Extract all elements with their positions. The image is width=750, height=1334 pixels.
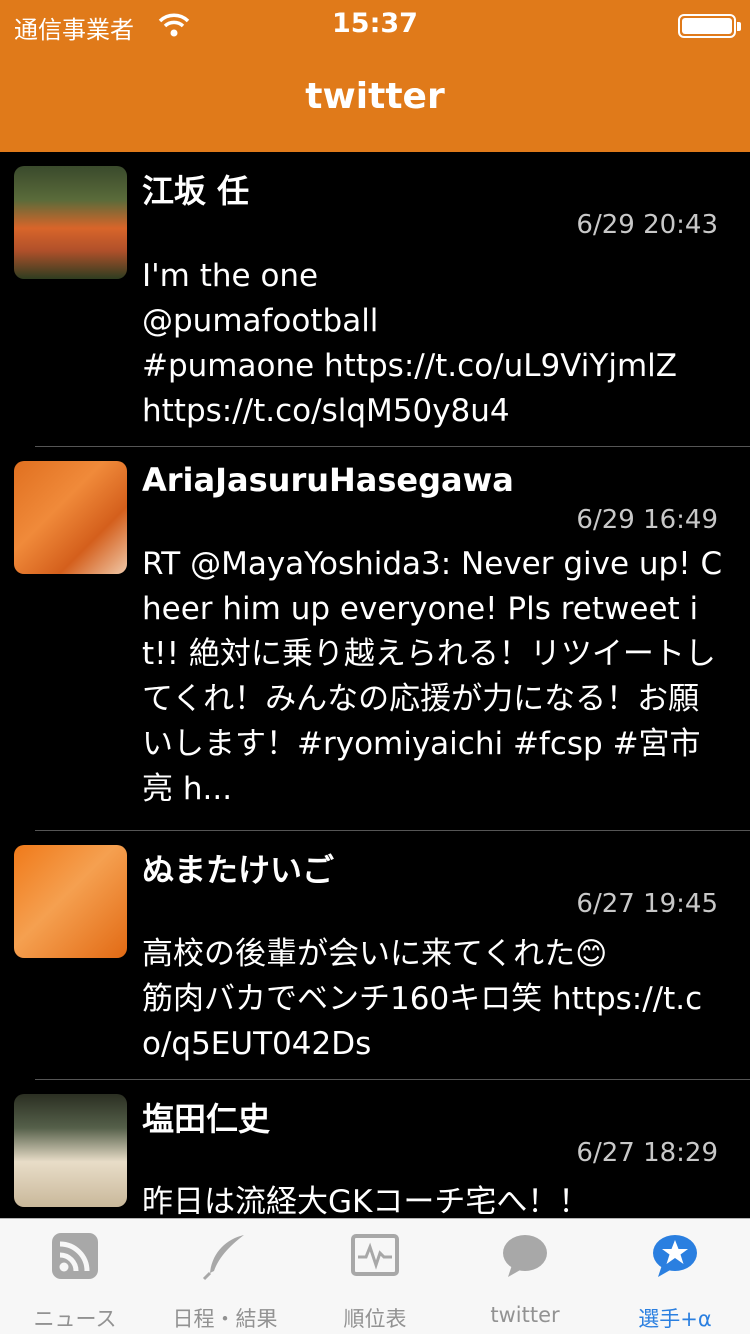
tab-label: 選手+α [638,1307,712,1331]
tweet-text: I'm the one @pumafootball #pumaone https… [142,258,677,429]
tweet-author: 江坂 任 [142,172,250,210]
tweet-text: 昨日は流経大GKコーチ宅へ！！ [142,1184,590,1218]
clock: 15:37 [332,8,418,39]
tab-label: 順位表 [343,1307,407,1331]
tweet-author: 塩田仁史 [142,1100,271,1138]
tab-bar: ニュース 日程・結果 順位表 twitter 選手+α [0,1218,750,1334]
tweet-text: 高校の後輩が会いに来てくれた😊 筋肉バカでベンチ160キロ笑 https://t… [142,936,703,1062]
tweet-author: ぬまたけいご [142,851,335,889]
tweet-item[interactable]: 江坂 任 6/29 20:43 I'm the one @pumafootbal… [0,152,750,447]
star-bubble-icon [653,1235,697,1277]
status-bar: 通信事業者 15:37 [0,0,750,52]
tweet-time: 6/29 20:43 [576,210,718,240]
feather-icon [202,1235,244,1281]
tab-label: twitter [490,1303,560,1327]
speech-bubble-icon [503,1235,547,1277]
tweet-item[interactable]: AriaJasuruHasegawa 6/29 16:49 RT @MayaYo… [0,447,750,831]
tab-news[interactable]: ニュース [0,1219,150,1334]
avatar[interactable] [14,461,127,574]
tweet-text: RT @MayaYoshida3: Never give up! Cheer h… [142,546,723,807]
avatar[interactable] [14,845,127,958]
tab-players[interactable]: 選手+α [600,1219,750,1334]
tab-label: 日程・結果 [172,1307,278,1331]
tweet-time: 6/29 16:49 [576,505,718,535]
tweet-item[interactable]: 塩田仁史 6/27 18:29 昨日は流経大GKコーチ宅へ！！ [0,1080,750,1218]
tab-schedule[interactable]: 日程・結果 [150,1219,300,1334]
monitor-icon [351,1234,399,1276]
tab-twitter[interactable]: twitter [450,1219,600,1334]
tab-standings[interactable]: 順位表 [300,1219,450,1334]
tweet-item[interactable]: ぬまたけいご 6/27 19:45 高校の後輩が会いに来てくれた😊 筋肉バカでベ… [0,831,750,1080]
battery-icon [678,14,741,38]
page-title: twitter [305,76,445,117]
tweet-time: 6/27 19:45 [576,889,718,919]
tweet-author: AriaJasuruHasegawa [142,461,514,499]
tab-label: ニュース [33,1307,117,1331]
navigation-bar: twitter [0,52,750,152]
avatar[interactable] [14,166,127,279]
rss-icon [52,1233,98,1279]
tweet-list[interactable]: 江坂 任 6/29 20:43 I'm the one @pumafootbal… [0,152,750,1218]
tweet-time: 6/27 18:29 [576,1138,718,1168]
avatar[interactable] [14,1094,127,1207]
